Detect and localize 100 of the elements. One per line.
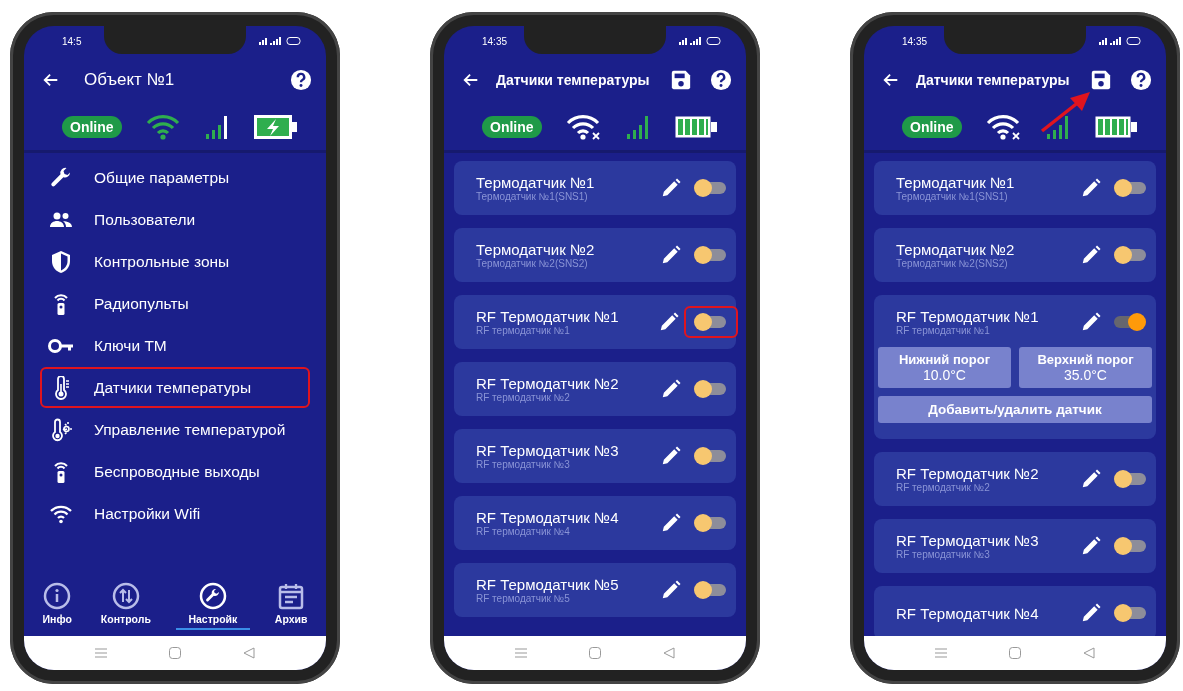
sensor-title: Термодатчик №1 — [896, 174, 1016, 191]
edit-icon[interactable] — [660, 177, 682, 199]
online-badge: Online — [62, 116, 122, 138]
wrench-icon — [198, 582, 227, 610]
wifi-off-icon — [565, 114, 602, 140]
toggle-switch[interactable] — [1114, 469, 1146, 489]
menu-item[interactable]: Датчики температуры — [40, 367, 310, 408]
wifi-icon — [146, 114, 181, 140]
toggle-switch[interactable] — [1114, 603, 1146, 623]
toggle-switch[interactable] — [694, 312, 726, 332]
sensor-title: RF Термодатчик №2 — [896, 465, 1040, 482]
sensor-title: RF Термодатчик №1 — [476, 308, 620, 325]
toggle-switch[interactable] — [1114, 245, 1146, 265]
sensor-subtitle: Термодатчик №2(SNS2) — [896, 258, 1009, 269]
edit-icon[interactable] — [1080, 177, 1102, 199]
sensor-title: RF Термодатчик №2 — [476, 375, 620, 392]
toggle-switch[interactable] — [1114, 312, 1146, 332]
threshold-button[interactable]: Нижний порог 10.0°C — [878, 347, 1011, 388]
nav-tab[interactable]: Инфо — [38, 582, 76, 630]
toggle-switch[interactable] — [694, 245, 726, 265]
save-icon[interactable] — [670, 69, 692, 91]
back-arrow-icon[interactable] — [42, 71, 60, 89]
add-remove-button[interactable]: Добавить/удалить датчик — [878, 396, 1152, 423]
toggle-switch[interactable] — [694, 513, 726, 533]
signal-bars-icon — [625, 114, 650, 140]
edit-icon[interactable] — [660, 378, 682, 400]
sensor-title: RF Термодатчик №5 — [476, 576, 620, 593]
sensor-title: Термодатчик №2 — [476, 241, 596, 258]
edit-icon[interactable] — [660, 579, 682, 601]
nav-tab[interactable]: Контроль — [96, 582, 155, 630]
status-time: 14:5 — [62, 35, 82, 47]
edit-icon[interactable] — [1080, 468, 1102, 490]
sensor-title: RF Термодатчик №4 — [476, 509, 620, 526]
menu-item[interactable]: Управление температурой — [40, 409, 310, 450]
edit-icon[interactable] — [1080, 602, 1102, 624]
sensor-subtitle: Термодатчик №1(SNS1) — [476, 191, 589, 202]
toggle-switch[interactable] — [694, 446, 726, 466]
signal-bars-icon — [205, 114, 230, 140]
online-badge: Online — [482, 116, 542, 138]
edit-icon[interactable] — [1080, 244, 1102, 266]
sensor-title: RF Термодатчик №3 — [896, 532, 1040, 549]
sensor-subtitle: Термодатчик №1(SNS1) — [896, 191, 1009, 202]
save-icon[interactable] — [1090, 69, 1112, 91]
screen-title: Объект №1 — [84, 70, 176, 90]
sensor-subtitle: RF термодатчик №1 — [476, 325, 570, 336]
threshold-button[interactable]: Верхний порог 35.0°C — [1019, 347, 1152, 388]
help-icon[interactable] — [710, 69, 732, 91]
nav-tab[interactable]: Настройк — [175, 582, 250, 630]
status-time: 14:35 — [482, 35, 508, 47]
sensor-subtitle: RF термодатчик №2 — [896, 482, 990, 493]
sensor-subtitle: RF термодатчик №3 — [896, 549, 990, 560]
menu-item[interactable]: Пользователи — [40, 199, 310, 240]
arrows-icon — [111, 582, 140, 610]
screen-title: Датчики температуры — [916, 72, 1071, 88]
menu-item[interactable]: Общие параметры — [40, 157, 310, 198]
sensor-subtitle: RF термодатчик №2 — [476, 392, 570, 403]
edit-icon[interactable] — [660, 244, 682, 266]
battery-full-icon — [674, 115, 718, 139]
home-icon[interactable] — [169, 647, 181, 659]
home-icon[interactable] — [589, 647, 601, 659]
edit-icon[interactable] — [658, 311, 680, 333]
home-icon[interactable] — [1009, 647, 1021, 659]
edit-icon[interactable] — [660, 512, 682, 534]
toggle-switch[interactable] — [1114, 536, 1146, 556]
calendar-icon — [277, 582, 306, 610]
menu-item[interactable]: Ключи ТМ — [40, 325, 310, 366]
online-badge: Online — [902, 116, 962, 138]
battery-full-icon — [1094, 115, 1138, 139]
wifi-off-icon — [985, 114, 1022, 140]
sensor-subtitle: Термодатчик №2(SNS2) — [476, 258, 589, 269]
sensor-title: Термодатчик №2 — [896, 241, 1016, 258]
nav-tab[interactable]: Архив — [270, 582, 312, 630]
toggle-switch[interactable] — [694, 178, 726, 198]
toggle-switch[interactable] — [1114, 178, 1146, 198]
back-arrow-icon[interactable] — [882, 71, 900, 89]
sensor-subtitle: RF термодатчик №4 — [476, 526, 570, 537]
sensor-title: RF Термодатчик №4 — [896, 604, 1040, 622]
menu-item[interactable]: Беспроводные выходы — [40, 451, 310, 492]
menu-item[interactable]: Радиопульты — [40, 283, 310, 324]
help-icon[interactable] — [1130, 69, 1152, 91]
toggle-switch[interactable] — [694, 379, 726, 399]
sensor-title: Термодатчик №1 — [476, 174, 596, 191]
menu-item[interactable]: Настройки Wifi — [40, 493, 310, 534]
sensor-title: RF Термодатчик №1 — [896, 308, 1040, 325]
status-time: 14:35 — [902, 35, 928, 47]
toggle-switch[interactable] — [694, 580, 726, 600]
edit-icon[interactable] — [660, 445, 682, 467]
edit-icon[interactable] — [1080, 535, 1102, 557]
sensor-subtitle: RF термодатчик №1 — [896, 325, 990, 336]
back-arrow-icon[interactable] — [462, 71, 480, 89]
edit-icon[interactable] — [1080, 311, 1102, 333]
sensor-title: RF Термодатчик №3 — [476, 442, 620, 459]
menu-item[interactable]: Контрольные зоны — [40, 241, 310, 282]
info-icon — [43, 582, 72, 610]
sensor-subtitle: RF термодатчик №3 — [476, 459, 570, 470]
help-icon[interactable] — [290, 69, 312, 91]
battery-charging-icon — [254, 115, 298, 139]
signal-bars-icon — [1045, 114, 1070, 140]
screen-title: Датчики температуры — [496, 72, 651, 88]
sensor-subtitle: RF термодатчик №5 — [476, 593, 570, 604]
